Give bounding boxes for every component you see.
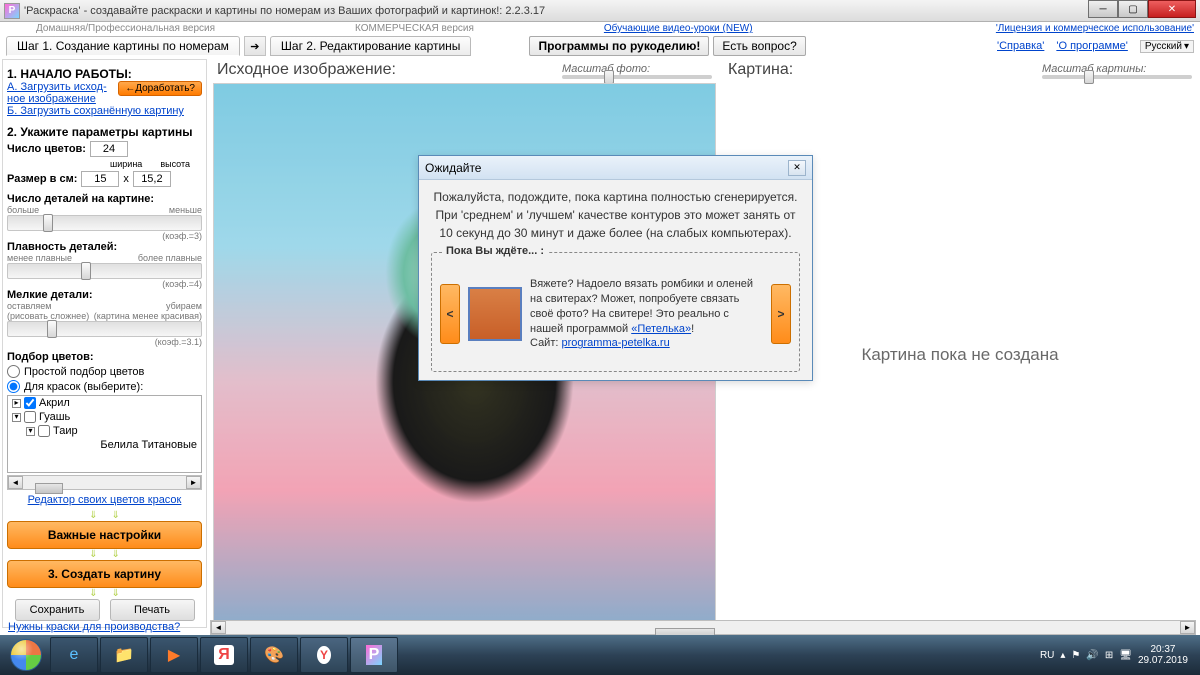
- painting-zoom-label: Масштаб картины:: [1042, 63, 1192, 75]
- colors-label: Число цветов:: [7, 143, 86, 155]
- license-link[interactable]: 'Лицензия и коммерческое использование': [996, 23, 1194, 34]
- size-x: x: [123, 173, 129, 185]
- params-heading: 2. Укажите параметры картины: [7, 125, 202, 139]
- color-editor-link[interactable]: Редактор своих цветов красок: [28, 494, 182, 506]
- down-arrows-icon: ⇓ ⇓: [7, 549, 202, 560]
- window-title: 'Раскраска' - создавайте раскраски и кар…: [24, 5, 1088, 17]
- tab-step2[interactable]: Шаг 2. Редактирование картины: [270, 36, 472, 56]
- size-label: Размер в см:: [7, 173, 77, 185]
- refine-button[interactable]: ←Доработать?: [118, 81, 202, 96]
- windows-orb-icon: [10, 639, 42, 671]
- source-image-heading: Исходное изображение:: [217, 61, 396, 79]
- taskbar-yandex-icon[interactable]: Я: [200, 637, 248, 673]
- taskbar: e 📁 ▶ Я 🎨 Y P RU ▴ ⚑ 🔊 ⊞ 🖥 20:37 29.07.2…: [0, 635, 1200, 675]
- smooth-label: Плавность деталей:: [7, 241, 202, 253]
- painting-heading: Картина:: [728, 61, 793, 79]
- start-heading: 1. НАЧАЛО РАБОТЫ:: [7, 67, 202, 81]
- colorsel-heading: Подбор цветов:: [7, 351, 202, 363]
- taskbar-ie-icon[interactable]: e: [50, 637, 98, 673]
- details-label: Число деталей на картине:: [7, 193, 202, 205]
- load-saved-link[interactable]: Б. Загрузить сохранённую картину: [7, 105, 202, 117]
- window-titlebar: P 'Раскраска' - создавайте раскраски и к…: [0, 0, 1200, 22]
- dialog-title: Ожидайте: [425, 161, 481, 175]
- tray-network-icon[interactable]: ⊞: [1105, 650, 1113, 661]
- small-label: Мелкие детали:: [7, 289, 202, 301]
- promo-legend: Пока Вы ждёте... :: [442, 245, 548, 257]
- details-slider[interactable]: [7, 215, 202, 231]
- need-paints-link[interactable]: Нужны краски для производства?: [8, 621, 180, 633]
- system-tray: RU ▴ ⚑ 🔊 ⊞ 🖥 20:37 29.07.2019: [1040, 644, 1196, 666]
- top-link-row: Домашняя/Профессиональная версия КОММЕРЧ…: [0, 22, 1200, 35]
- wait-message: Пожалуйста, подождите, пока картина полн…: [431, 188, 800, 242]
- about-link[interactable]: 'О программе': [1056, 40, 1128, 52]
- print-button[interactable]: Печать: [110, 599, 195, 621]
- minimize-button[interactable]: ─: [1088, 0, 1118, 18]
- tray-up-icon[interactable]: ▴: [1060, 650, 1065, 661]
- taskbar-browser-icon[interactable]: Y: [300, 637, 348, 673]
- tray-volume-icon[interactable]: 🔊: [1086, 650, 1098, 661]
- promo-site-link[interactable]: programma-petelka.ru: [561, 337, 669, 349]
- start-button[interactable]: [4, 637, 48, 673]
- question-button[interactable]: Есть вопрос?: [713, 36, 805, 56]
- tray-battery-icon[interactable]: 🖥: [1119, 650, 1132, 661]
- main-hscroll[interactable]: ◄ ►: [210, 620, 1196, 635]
- photo-zoom-slider[interactable]: [562, 75, 712, 79]
- colors-input[interactable]: [90, 141, 128, 157]
- taskbar-paint-icon[interactable]: 🎨: [250, 637, 298, 673]
- maximize-button[interactable]: ▢: [1118, 0, 1148, 18]
- promo-product-link[interactable]: «Петелька»: [631, 323, 691, 335]
- home-pro-label: Домашняя/Профессиональная версия: [36, 23, 215, 34]
- important-settings-button[interactable]: Важные настройки: [7, 521, 202, 549]
- app-icon: P: [4, 3, 20, 19]
- down-arrows-icon: ⇓ ⇓: [7, 588, 202, 599]
- taskbar-explorer-icon[interactable]: 📁: [100, 637, 148, 673]
- radio-paints[interactable]: Для красок (выберите):: [7, 380, 202, 393]
- promo-prev-button[interactable]: <: [440, 284, 460, 344]
- video-lessons-link[interactable]: Обучающие видео-уроки (NEW): [604, 23, 753, 34]
- height-input[interactable]: [133, 171, 171, 187]
- help-link[interactable]: 'Справка': [997, 40, 1044, 52]
- close-button[interactable]: ✕: [1148, 0, 1196, 18]
- tab-step1[interactable]: Шаг 1. Создание картины по номерам: [6, 36, 240, 56]
- commercial-label: КОММЕРЧЕСКАЯ версия: [355, 23, 474, 34]
- smooth-slider[interactable]: [7, 263, 202, 279]
- down-arrows-icon: ⇓ ⇓: [7, 510, 202, 521]
- taskbar-app-icon[interactable]: P: [350, 637, 398, 673]
- tray-lang[interactable]: RU: [1040, 650, 1054, 661]
- taskbar-player-icon[interactable]: ▶: [150, 637, 198, 673]
- paints-tree[interactable]: ▸Акрил ▾Гуашь ▾Таир Белила Титановые: [7, 395, 202, 473]
- promo-image: [468, 287, 522, 341]
- width-input[interactable]: [81, 171, 119, 187]
- language-selector[interactable]: Русский ▾: [1140, 40, 1194, 53]
- promo-text: Вяжете? Надоело вязать ромбики и оленей …: [530, 277, 763, 351]
- left-panel: 1. НАЧАЛО РАБОТЫ: А. Загрузить исход- но…: [2, 59, 207, 628]
- width-col-label: ширина: [110, 159, 142, 169]
- height-col-label: высота: [160, 159, 190, 169]
- crafts-button[interactable]: Программы по рукоделию!: [529, 36, 709, 56]
- radio-simple[interactable]: Простой подбор цветов: [7, 365, 202, 378]
- painting-zoom-slider[interactable]: [1042, 75, 1192, 79]
- photo-zoom-label: Масштаб фото:: [562, 63, 712, 75]
- step-tabs: Шаг 1. Создание картины по номерам ➔ Шаг…: [0, 35, 1200, 57]
- promo-next-button[interactable]: >: [771, 284, 791, 344]
- load-source-link[interactable]: А. Загрузить исход- ное изображение: [7, 81, 114, 105]
- wait-dialog: Ожидайте ✕ Пожалуйста, подождите, пока к…: [418, 155, 813, 381]
- save-button[interactable]: Сохранить: [15, 599, 100, 621]
- tray-flag-icon[interactable]: ⚑: [1071, 650, 1080, 661]
- tab-arrow-button[interactable]: ➔: [244, 36, 266, 56]
- tray-clock[interactable]: 20:37 29.07.2019: [1138, 644, 1188, 666]
- create-painting-button[interactable]: 3. Создать картину: [7, 560, 202, 588]
- dialog-close-button[interactable]: ✕: [788, 160, 806, 176]
- small-slider[interactable]: [7, 321, 202, 337]
- tree-hscroll[interactable]: ◄ ►: [7, 475, 202, 490]
- promo-box: Пока Вы ждёте... : < Вяжете? Надоело вяз…: [431, 252, 800, 372]
